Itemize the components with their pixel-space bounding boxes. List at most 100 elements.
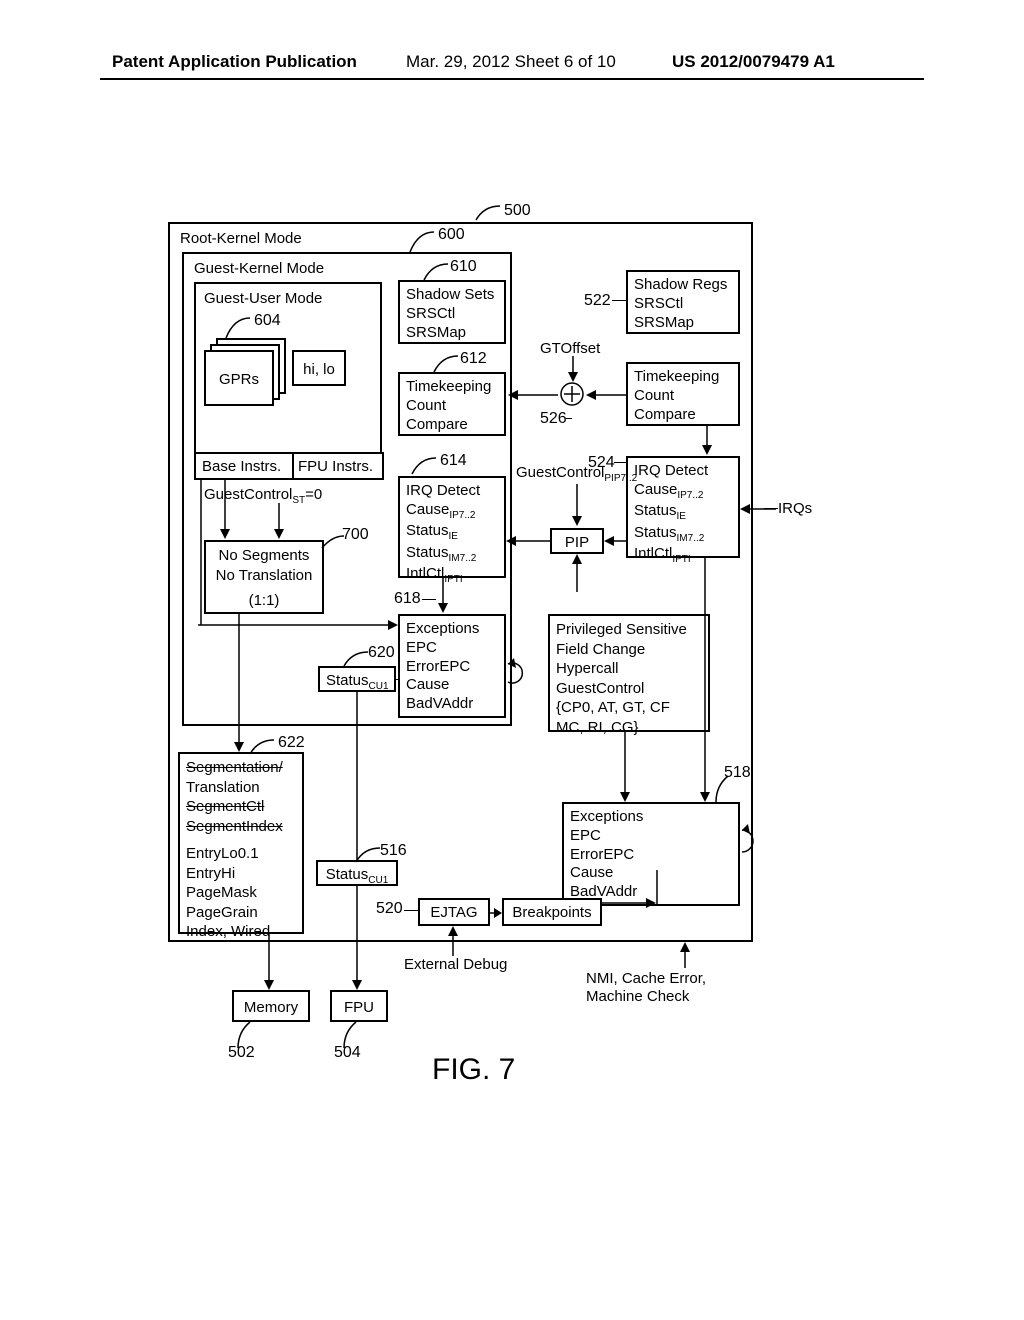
irq-detect-g: IRQ Detect CauseIP7..2 StatusIE StatusIM… — [398, 476, 506, 578]
arrow-irqg-exc — [436, 577, 450, 615]
arrow-irqr-exc — [698, 558, 712, 804]
exc-r-loop-icon — [738, 826, 766, 860]
pip-box: PIP — [550, 528, 604, 554]
leader-520 — [404, 910, 418, 911]
arrow-nmi — [678, 942, 692, 970]
noseg-b: No Translation — [212, 566, 316, 586]
exc-g-b: ErrorEPC — [406, 658, 498, 677]
ref-614: 614 — [440, 452, 467, 470]
fpu-label: FPU — [344, 999, 374, 1016]
exc-g-d: BadVAddr — [406, 695, 498, 714]
priv-d: GuestControl — [556, 679, 702, 699]
shadow-r-a: SRSCtl — [634, 295, 732, 314]
ejtag-label: EJTAG — [430, 904, 477, 921]
ref-618: 618 — [394, 590, 421, 608]
extdbg-label: External Debug — [404, 956, 507, 973]
arrow-ejtag-bkpt — [490, 906, 504, 920]
gprs-box: GPRs — [204, 350, 274, 406]
irq-g-b: StatusIE — [406, 522, 498, 544]
arrow-gc-down — [272, 479, 286, 541]
leader-522 — [612, 300, 626, 301]
noseg-a: No Segments — [212, 546, 316, 566]
ref-622: 622 — [278, 734, 305, 752]
irq-r-c: StatusIM7..2 — [634, 524, 732, 546]
adder-icon — [558, 380, 586, 408]
seg-i: Index, Wired — [186, 922, 296, 942]
exc-g-a: EPC — [406, 639, 498, 658]
instrs-box: Base Instrs. FPU Instrs. — [194, 452, 384, 480]
shadow-sets-g-t: Shadow Sets — [406, 286, 498, 305]
seg-g: PageMask — [186, 883, 296, 903]
priv-a: Privileged Sensitive — [556, 620, 702, 640]
time-g-a: Count — [406, 397, 498, 416]
shadow-r-b: SRSMap — [634, 314, 732, 333]
arrow-pip-irqg — [506, 534, 552, 548]
irq-r-b: StatusIE — [634, 502, 732, 524]
hilo-box: hi, lo — [292, 350, 346, 386]
irq-g-t: IRQ Detect — [406, 482, 498, 501]
priv-e: {CP0, AT, GT, CF — [556, 698, 702, 718]
irq-g-c: StatusIM7..2 — [406, 544, 498, 566]
leader-620 — [344, 648, 372, 670]
leader-504 — [344, 1022, 362, 1050]
seg-h: PageGrain — [186, 903, 296, 923]
exc-g-t: Exceptions — [406, 620, 498, 639]
breakpoints-box: Breakpoints — [502, 898, 602, 926]
leader-700 — [322, 534, 346, 552]
shadow-sets-g: Shadow Sets SRSCtl SRSMap — [398, 280, 506, 344]
time-r-a: Count — [634, 387, 732, 406]
time-r-b: Compare — [634, 406, 732, 425]
timekeeping-g: Timekeeping Count Compare — [398, 372, 506, 436]
guest-kernel-title: Guest-Kernel Mode — [194, 260, 324, 277]
exc-r-t: Exceptions — [570, 808, 732, 827]
irqs-lead — [764, 508, 778, 509]
irq-g-a: CauseIP7..2 — [406, 501, 498, 523]
arrow-extdbg — [446, 926, 460, 958]
breakpoints-label: Breakpoints — [512, 904, 591, 921]
ref-610: 610 — [450, 258, 477, 276]
hdr-left: Patent Application Publication — [112, 52, 357, 72]
leader-622 — [250, 736, 280, 758]
seg-e: EntryLo0.1 — [186, 844, 296, 864]
seg-a: Segmentation/ — [186, 758, 296, 778]
irq-r-a: CauseIP7..2 — [634, 481, 732, 503]
priv-c: Hypercall — [556, 659, 702, 679]
seg-b: Translation — [186, 778, 296, 798]
shadow-regs-r: Shadow Regs SRSCtl SRSMap — [626, 270, 740, 334]
ref-620: 620 — [368, 644, 395, 662]
memory-label: Memory — [244, 999, 298, 1016]
hdr-right: US 2012/0079479 A1 — [672, 52, 835, 72]
timekeeping-r: Timekeeping Count Compare — [626, 362, 740, 426]
priv-b: Field Change — [556, 640, 702, 660]
shadow-sets-g-a: SRSCtl — [406, 305, 498, 324]
arrow-cu1g-down — [350, 692, 364, 862]
exc-g-loop-icon — [504, 660, 530, 690]
leader-618 — [422, 599, 436, 600]
time-g-b: Compare — [406, 416, 498, 435]
ref-612: 612 — [460, 350, 487, 368]
hdr-rule — [100, 78, 924, 80]
gtoffset-label: GTOffset — [540, 340, 600, 357]
irq-r-t: IRQ Detect — [634, 462, 732, 481]
arrow-base-down — [218, 479, 232, 541]
leader-614 — [412, 452, 442, 478]
irq-g-d: IntlCtlIPTI — [406, 565, 498, 587]
ref-600: 600 — [438, 226, 465, 244]
gprs-label: GPRs — [219, 371, 259, 388]
root-kernel-title: Root-Kernel Mode — [180, 230, 302, 247]
fpu-box: FPU — [330, 990, 388, 1022]
arrow-base-down-seg — [194, 479, 208, 625]
exc-r-b: ErrorEPC — [570, 846, 732, 865]
leader-526 — [566, 418, 572, 419]
exc-r-a: EPC — [570, 827, 732, 846]
arrow-adder-gtime — [506, 388, 560, 402]
leader-524 — [614, 462, 626, 463]
exc-g-c: Cause — [406, 676, 498, 695]
arrow-count-adder — [584, 388, 628, 402]
exceptions-g: Exceptions EPC ErrorEPC Cause BadVAddr — [398, 614, 506, 718]
arrow-compare-irq — [700, 425, 714, 457]
leader-502 — [238, 1022, 256, 1050]
nmi-a: NMI, Cache Error, — [586, 970, 706, 987]
arrow-irqr-pip — [604, 534, 628, 548]
irq-r-d: IntlCtlIPTI — [634, 545, 732, 567]
